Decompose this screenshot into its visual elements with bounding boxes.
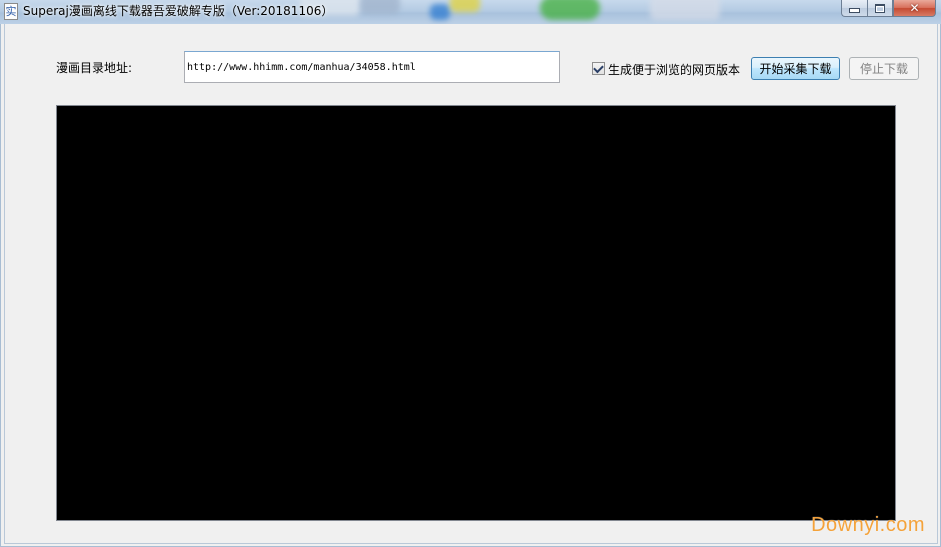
title-bar[interactable]: 实 Superaj漫画离线下载器吾爱破解专版（Ver:20181106） ✕ <box>0 0 941 24</box>
minimize-button[interactable] <box>841 0 867 17</box>
check-mark-icon <box>593 62 604 73</box>
maximize-icon <box>875 3 885 13</box>
minimize-icon <box>849 8 860 13</box>
caption-buttons: ✕ <box>841 0 936 18</box>
start-download-button[interactable]: 开始采集下载 <box>751 57 840 80</box>
comic-app-icon: 实 <box>4 3 18 20</box>
close-icon: ✕ <box>909 1 920 15</box>
watermark: Downyi.com <box>811 514 925 536</box>
log-output-area[interactable] <box>56 105 896 521</box>
inner-frame: 漫画目录地址: 生成便于浏览的网页版本 开始采集下载 停止下载 <box>4 24 938 544</box>
stop-download-button[interactable]: 停止下载 <box>849 57 919 80</box>
maximize-button[interactable] <box>867 0 893 17</box>
browse-version-checkbox[interactable] <box>592 62 605 75</box>
window-client-area: 漫画目录地址: 生成便于浏览的网页版本 开始采集下载 停止下载 <box>0 24 941 547</box>
browse-version-label[interactable]: 生成便于浏览的网页版本 <box>608 61 740 78</box>
url-input[interactable] <box>184 51 560 83</box>
url-label: 漫画目录地址: <box>56 61 133 75</box>
window-title: Superaj漫画离线下载器吾爱破解专版（Ver:20181106） <box>23 4 334 18</box>
close-button[interactable]: ✕ <box>893 0 936 17</box>
